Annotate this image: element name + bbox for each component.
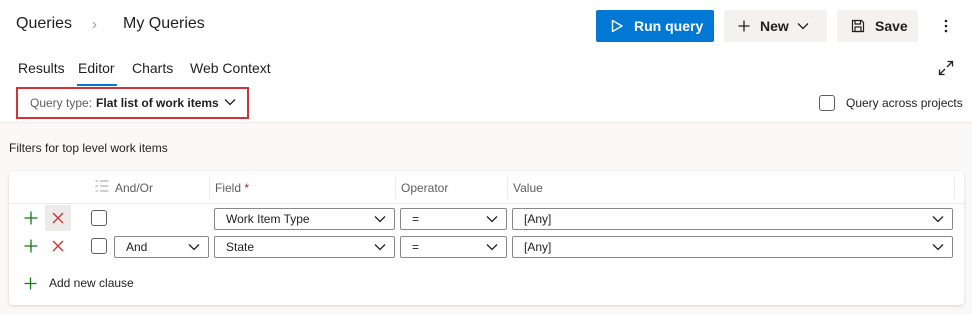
play-icon — [611, 19, 623, 33]
add-new-clause-button[interactable]: Add new clause — [24, 276, 134, 290]
delete-clause-button[interactable] — [45, 233, 71, 259]
query-across-projects-checkbox[interactable] — [819, 95, 835, 111]
add-clause-icon[interactable] — [24, 211, 38, 225]
value-dropdown[interactable]: [Any] — [512, 236, 953, 258]
chevron-down-icon — [486, 216, 498, 223]
value-value: [Any] — [524, 212, 552, 226]
column-separator — [507, 177, 508, 199]
run-query-button[interactable]: Run query — [596, 10, 714, 42]
chevron-down-icon — [224, 99, 236, 106]
page-title: My Queries — [123, 15, 205, 32]
operator-dropdown[interactable]: = — [400, 208, 507, 230]
tab-web-context[interactable]: Web Context — [190, 60, 271, 76]
more-vertical-icon — [944, 19, 948, 33]
tab-charts[interactable]: Charts — [132, 60, 173, 76]
chevron-down-icon — [486, 244, 498, 251]
close-icon — [52, 212, 64, 224]
clause-select-checkbox[interactable] — [91, 238, 107, 254]
run-query-label: Run query — [634, 18, 704, 34]
query-across-projects[interactable]: Query across projects — [819, 95, 963, 111]
column-header-field: Field * — [215, 181, 249, 195]
plus-icon — [24, 277, 37, 289]
close-icon — [52, 240, 64, 252]
add-new-clause-label: Add new clause — [49, 276, 134, 290]
chevron-down-icon — [374, 216, 386, 223]
expand-icon[interactable] — [938, 60, 954, 76]
breadcrumb-separator: › — [92, 16, 97, 33]
save-label: Save — [875, 18, 908, 34]
operator-dropdown[interactable]: = — [400, 236, 507, 258]
chevron-down-icon — [188, 244, 200, 251]
field-value: Work Item Type — [226, 212, 310, 226]
field-header-label: Field — [215, 181, 242, 195]
query-across-projects-label: Query across projects — [846, 96, 963, 110]
field-dropdown[interactable]: State — [214, 236, 395, 258]
add-clause-icon[interactable] — [24, 239, 38, 253]
and-or-dropdown[interactable]: And — [114, 236, 209, 258]
clause-select-checkbox[interactable] — [91, 210, 107, 226]
value-dropdown[interactable]: [Any] — [512, 208, 953, 230]
field-value: State — [226, 240, 255, 254]
delete-clause-button[interactable] — [45, 205, 71, 231]
tab-results[interactable]: Results — [18, 60, 65, 76]
field-dropdown[interactable]: Work Item Type — [214, 208, 395, 230]
plus-icon — [738, 20, 750, 32]
tab-editor[interactable]: Editor — [78, 60, 115, 76]
query-type-dropdown[interactable]: Query type: Flat list of work items — [16, 87, 249, 119]
save-icon — [851, 19, 865, 33]
chevron-down-icon — [797, 23, 809, 30]
more-actions-button[interactable] — [936, 14, 956, 38]
chevron-down-icon — [932, 244, 944, 251]
filters-title: Filters for top level work items — [9, 141, 168, 155]
top-bar: Queries › My Queries Run query New Save — [0, 0, 972, 52]
query-type-prefix: Query type: — [30, 96, 93, 110]
chevron-down-icon — [374, 244, 386, 251]
column-separator — [395, 177, 396, 199]
column-separator — [209, 177, 210, 199]
query-type-value: Flat list of work items — [96, 96, 219, 110]
new-button[interactable]: New — [724, 10, 827, 42]
column-header-operator: Operator — [401, 181, 449, 195]
group-clauses-icon[interactable] — [95, 180, 109, 192]
breadcrumb-queries[interactable]: Queries — [16, 15, 72, 33]
chevron-down-icon — [932, 216, 944, 223]
operator-value: = — [412, 212, 420, 226]
active-tab-indicator — [77, 84, 117, 86]
column-header-and-or: And/Or — [115, 181, 154, 195]
and-or-value: And — [126, 240, 148, 254]
new-label: New — [760, 18, 789, 34]
save-button[interactable]: Save — [837, 10, 918, 42]
header-divider — [9, 203, 964, 204]
operator-value: = — [412, 240, 420, 254]
column-separator — [954, 177, 955, 199]
value-value: [Any] — [524, 240, 552, 254]
required-marker: * — [244, 181, 250, 195]
column-header-value: Value — [513, 181, 543, 195]
